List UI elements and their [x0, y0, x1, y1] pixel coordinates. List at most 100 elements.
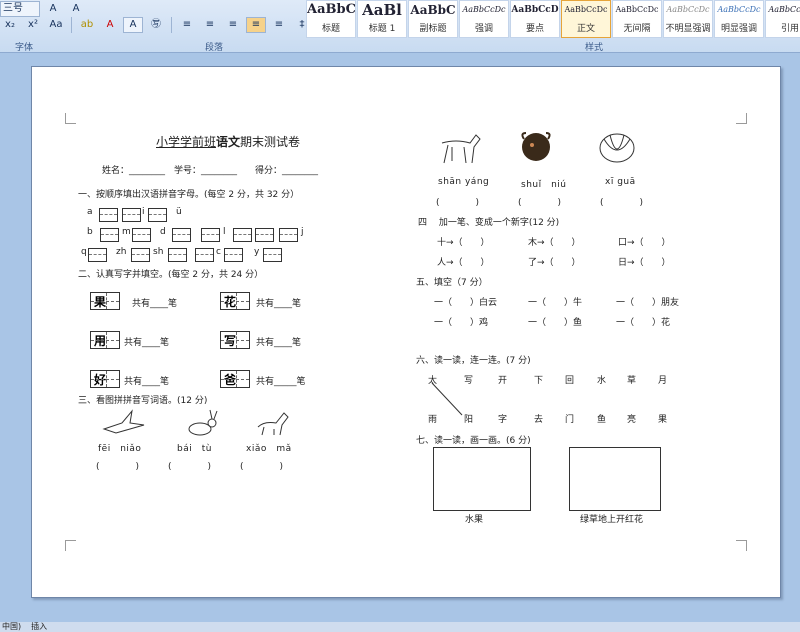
question-4: 四 加一笔、变成一个新字(12 分) — [418, 218, 560, 228]
match-char[interactable]: 月 — [658, 373, 667, 386]
style-strong[interactable]: AaBbCcD 要点 — [510, 0, 560, 38]
style-sample: AaBbCcDc — [615, 5, 659, 14]
style-label: 副标题 — [419, 24, 447, 34]
fill-item: 十→（ ） — [437, 238, 490, 248]
pinyin-box[interactable] — [279, 228, 298, 242]
margin-corner — [736, 540, 747, 551]
pinyin: fēi niǎo — [98, 444, 142, 454]
pinyin-box[interactable] — [99, 208, 118, 222]
fill-item: 一（ ）白云 — [434, 298, 498, 308]
drawing-box-fruit[interactable] — [433, 447, 531, 511]
pinyin-box[interactable] — [172, 228, 191, 242]
style-subtitle[interactable]: AaBbC 副标题 — [408, 0, 458, 38]
pinyin-box[interactable] — [233, 228, 252, 242]
style-label: 正文 — [576, 24, 595, 34]
match-char[interactable]: 开 — [498, 373, 507, 386]
pinyin-box[interactable] — [224, 248, 243, 262]
shrink-font-icon[interactable]: A — [66, 1, 86, 17]
match-char[interactable]: 亮 — [627, 412, 636, 425]
font-color-icon[interactable]: A — [100, 17, 120, 33]
letter: sh — [153, 247, 164, 257]
tianzige-box[interactable]: 爸 — [220, 370, 250, 388]
question-2: 二、认真写字并填空。(每空 2 分，共 24 分） — [78, 270, 264, 280]
pinyin-box[interactable] — [88, 248, 107, 262]
bird-picture — [102, 409, 145, 434]
tianzige-box[interactable]: 果 — [90, 292, 120, 310]
question-7: 七、读一读，画一画。(6 分) — [416, 436, 531, 446]
match-char[interactable]: 门 — [565, 412, 574, 425]
style-subtle-emphasis[interactable]: AaBbCcDc 不明显强调 — [663, 0, 713, 38]
match-char[interactable]: 果 — [658, 412, 667, 425]
stroke-blank: 共有____笔 — [132, 299, 178, 309]
pinyin-box[interactable] — [122, 208, 141, 222]
margin-corner — [65, 113, 76, 124]
align-left-icon[interactable]: ≡ — [177, 17, 197, 33]
match-char[interactable]: 字 — [498, 412, 507, 425]
pinyin-box[interactable] — [255, 228, 274, 242]
style-no-spacing[interactable]: AaBbCcDc 无间隔 — [612, 0, 662, 38]
align-right-icon[interactable]: ≡ — [223, 17, 243, 33]
tianzige-box[interactable]: 写 — [220, 331, 250, 349]
fill-item: 一（ ）鱼 — [528, 318, 583, 328]
style-label: 强调 — [474, 24, 493, 34]
change-case-icon[interactable]: Aa — [46, 17, 66, 33]
drawing-box-grass[interactable] — [569, 447, 661, 511]
distribute-icon[interactable]: ≡ — [269, 17, 289, 33]
answer-paren: ( ) — [518, 198, 562, 208]
superscript-icon[interactable]: x² — [23, 17, 43, 33]
letter: zh — [116, 247, 127, 257]
status-bar: 中国) 插入 — [0, 622, 800, 632]
pinyin: shān yáng — [438, 177, 490, 187]
match-char[interactable]: 去 — [534, 412, 543, 425]
pony-picture — [257, 412, 289, 436]
align-center-icon[interactable]: ≡ — [200, 17, 220, 33]
tianzige-box[interactable]: 好 — [90, 370, 120, 388]
match-char[interactable]: 草 — [627, 373, 636, 386]
style-label: 不明显强调 — [665, 24, 711, 34]
style-title[interactable]: AaBbC 标题 — [306, 0, 356, 38]
style-label: 无间隔 — [623, 24, 651, 34]
grow-font-icon[interactable]: A — [43, 1, 63, 17]
enclose-char-icon[interactable]: ㊢ — [146, 17, 166, 33]
style-quote[interactable]: AaBbCcDc 引用 — [765, 0, 800, 38]
tianzige-box[interactable]: 用 — [90, 331, 120, 349]
match-line — [431, 382, 463, 416]
letter: l — [223, 227, 226, 237]
pinyin-box[interactable] — [100, 228, 119, 242]
pinyin-box[interactable] — [132, 228, 151, 242]
pinyin-box[interactable] — [168, 248, 187, 262]
pinyin-box[interactable] — [131, 248, 150, 262]
fill-item: 一（ ）鸡 — [434, 318, 489, 328]
page-title: 小学学前班语文期末测试卷 — [156, 133, 300, 150]
answer-paren: ( ) — [168, 462, 212, 472]
letter: c — [216, 247, 221, 257]
letter: j — [301, 227, 304, 237]
pinyin-box[interactable] — [263, 248, 282, 262]
char-shading-icon[interactable]: A — [123, 17, 143, 33]
style-intense-emphasis[interactable]: AaBbCcDc 明显强调 — [714, 0, 764, 38]
paragraph-group-label: 段落 — [205, 43, 224, 53]
subscript-icon[interactable]: x₂ — [0, 17, 20, 33]
pinyin-box[interactable] — [201, 228, 220, 242]
highlight-icon[interactable]: ab — [77, 17, 97, 33]
style-heading1[interactable]: AaBl 标题 1 — [357, 0, 407, 38]
goat-picture — [441, 134, 481, 164]
pinyin-box[interactable] — [195, 248, 214, 262]
letter: b — [87, 227, 93, 237]
justify-icon[interactable]: ≡ — [246, 17, 266, 33]
divider — [71, 17, 72, 33]
letter: i — [142, 207, 145, 217]
match-char[interactable]: 下 — [534, 373, 543, 386]
status-mode[interactable]: 插入 — [31, 622, 47, 632]
document-page[interactable]: 小学学前班语文期末测试卷 姓名：________ 学号：________ 得分：… — [31, 66, 781, 598]
tianzige-box[interactable]: 花 — [220, 292, 250, 310]
style-normal[interactable]: AaBbCcDc 正文 — [561, 0, 611, 38]
font-size-select[interactable]: 三号 — [0, 1, 40, 17]
pinyin-box[interactable] — [148, 208, 167, 222]
match-char[interactable]: 回 — [565, 373, 574, 386]
stroke-blank: 共有____笔 — [256, 338, 302, 348]
match-char[interactable]: 水 — [597, 373, 606, 386]
style-emphasis[interactable]: AaBbCcDc 强调 — [459, 0, 509, 38]
match-char[interactable]: 鱼 — [597, 412, 606, 425]
style-label: 标题 — [321, 24, 340, 34]
